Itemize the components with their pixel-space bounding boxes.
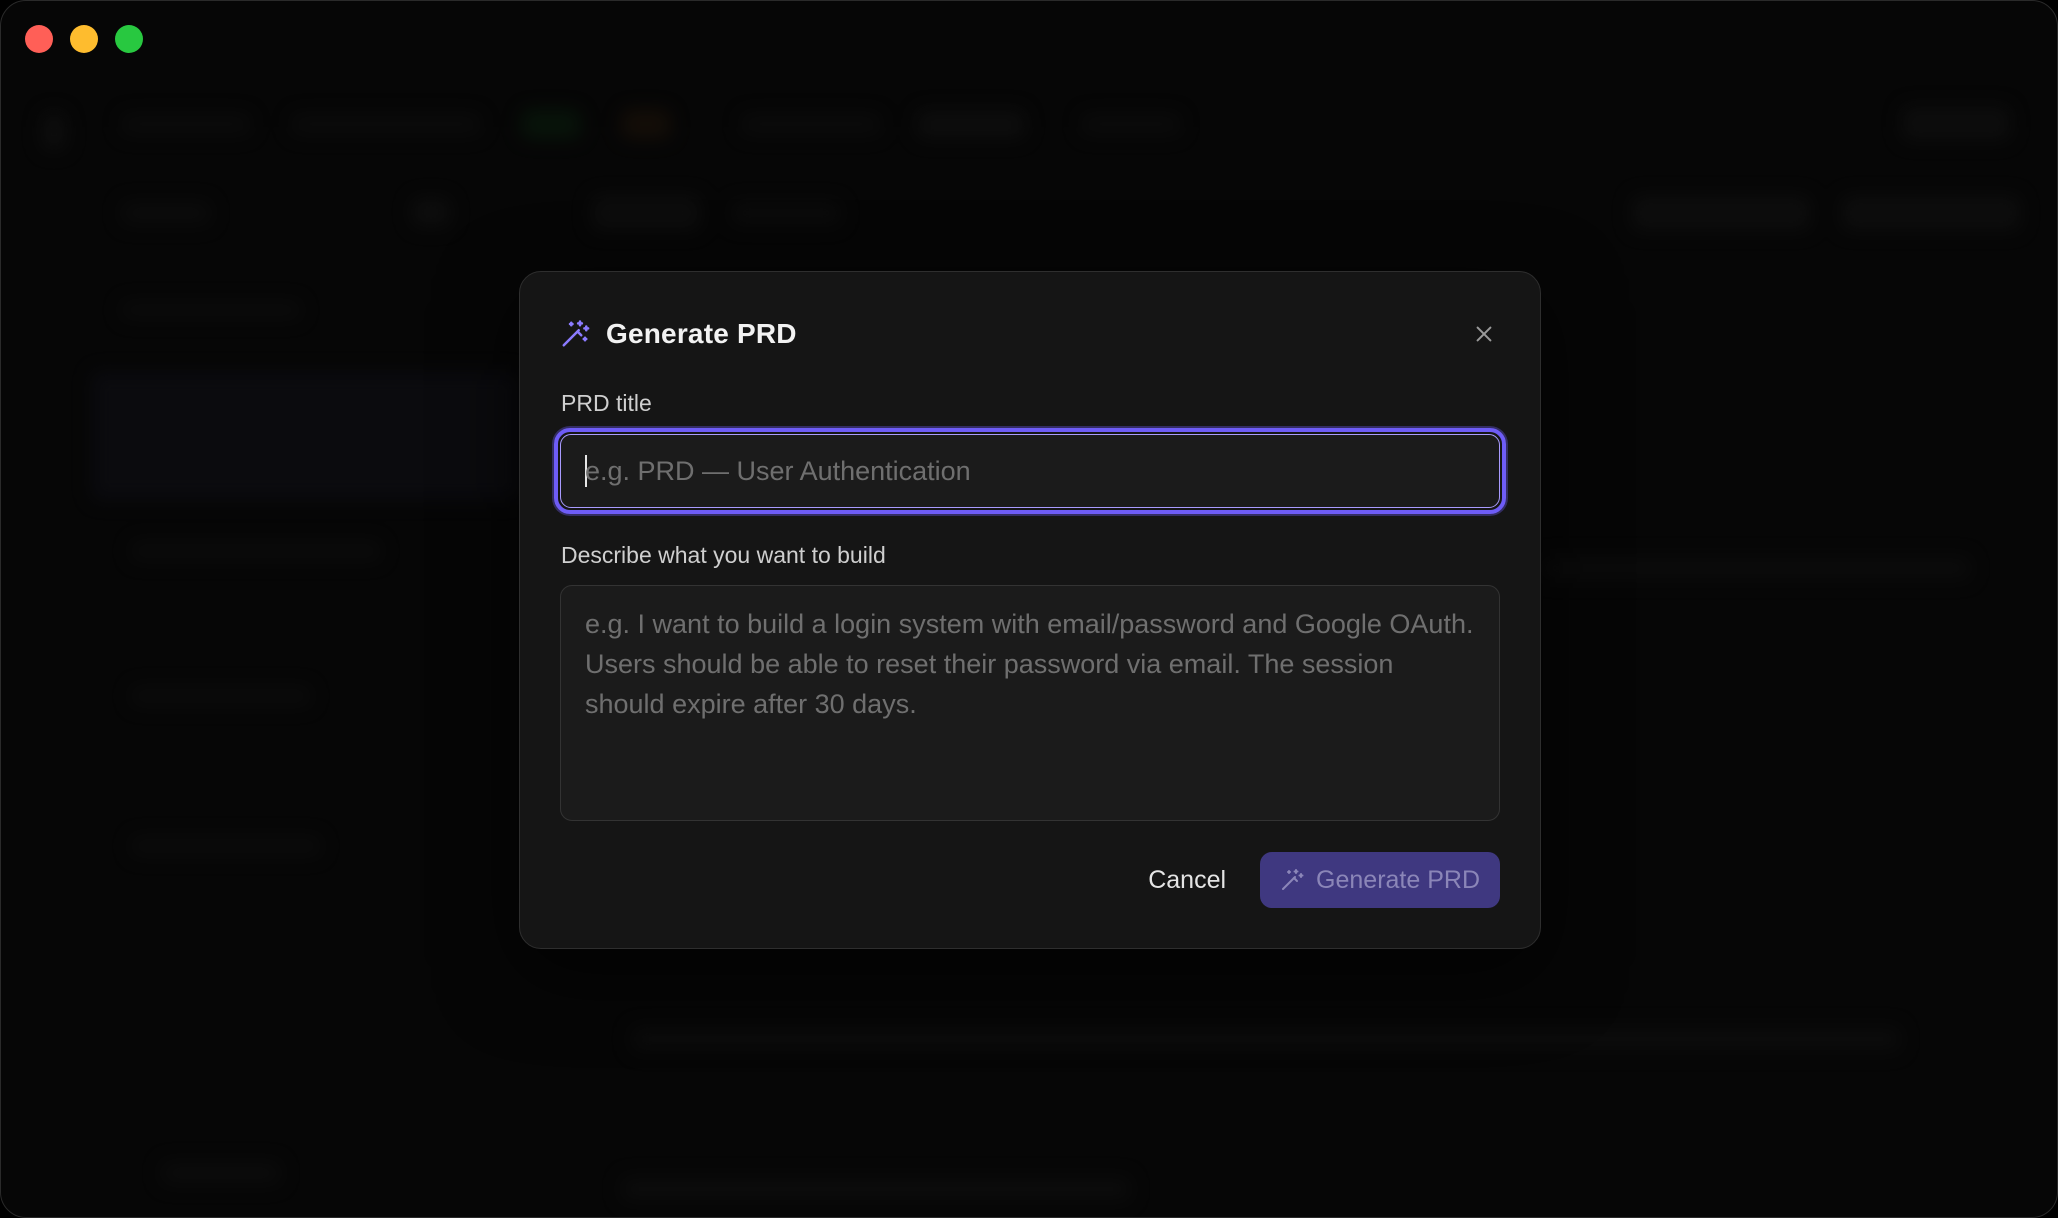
magic-wand-icon bbox=[1282, 869, 1304, 890]
close-window-button[interactable] bbox=[25, 25, 53, 53]
prd-title-input[interactable]: e.g. PRD — User Authentication bbox=[560, 434, 1500, 508]
generate-prd-dialog: Generate PRD PRD title e.g. PRD — User A… bbox=[519, 271, 1541, 949]
app-window: Generate PRD PRD title e.g. PRD — User A… bbox=[0, 0, 2058, 1218]
description-placeholder: e.g. I want to build a login system with… bbox=[585, 609, 1474, 719]
close-dialog-button[interactable] bbox=[1466, 316, 1502, 352]
dialog-actions: Cancel Generate PRD bbox=[1148, 852, 1500, 908]
magic-wand-icon bbox=[562, 320, 590, 347]
generate-prd-label: Generate PRD bbox=[1316, 865, 1480, 894]
prd-title-label: PRD title bbox=[561, 390, 652, 416]
cancel-button[interactable]: Cancel bbox=[1148, 866, 1226, 895]
prd-title-focus-ring: e.g. PRD — User Authentication bbox=[554, 428, 1506, 514]
description-label: Describe what you want to build bbox=[561, 542, 886, 568]
window-controls bbox=[25, 25, 143, 53]
dialog-title: Generate PRD bbox=[606, 318, 797, 349]
prd-title-placeholder: e.g. PRD — User Authentication bbox=[585, 455, 971, 486]
minimize-window-button[interactable] bbox=[70, 25, 98, 53]
dialog-header: Generate PRD bbox=[560, 314, 1500, 354]
generate-prd-button[interactable]: Generate PRD bbox=[1260, 852, 1500, 908]
description-textarea[interactable]: e.g. I want to build a login system with… bbox=[560, 585, 1500, 821]
maximize-window-button[interactable] bbox=[115, 25, 143, 53]
close-icon bbox=[1476, 326, 1492, 342]
